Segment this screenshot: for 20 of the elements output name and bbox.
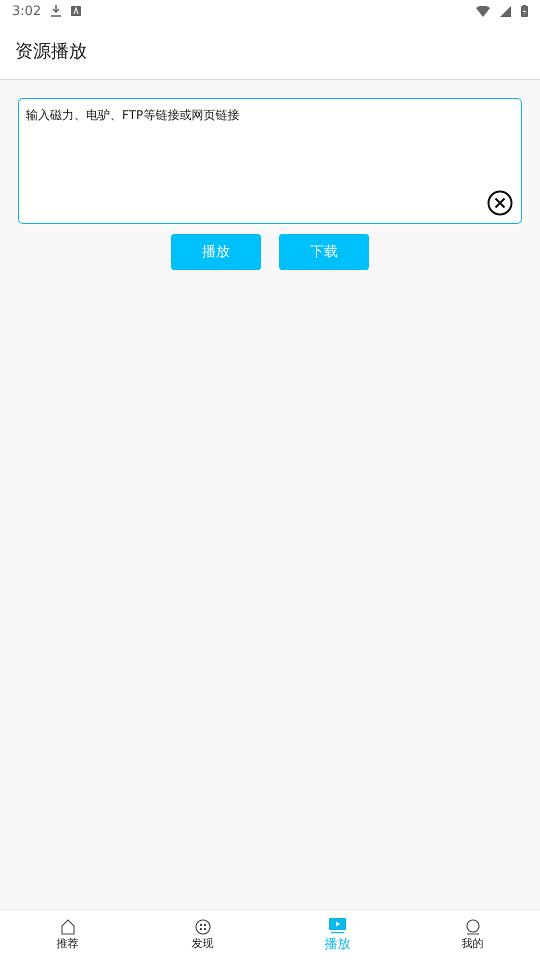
tab-label: 我的: [462, 936, 484, 951]
link-input-field[interactable]: 输入磁力、电驴、FTP等链接或网页链接: [18, 98, 522, 224]
tab-label: 发现: [192, 936, 214, 951]
notification-icon: [71, 6, 82, 16]
video-icon: [329, 918, 346, 934]
wifi-icon: [476, 6, 490, 16]
tab-label: 播放: [324, 936, 350, 952]
nav-tab[interactable]: 发现: [135, 910, 270, 960]
home-icon: [60, 919, 76, 935]
status-time: 3:02: [12, 4, 42, 18]
page-title: 资源播放: [15, 40, 87, 62]
tab-label: 推荐: [56, 936, 78, 951]
download-icon: [51, 5, 62, 17]
profile-icon: [464, 919, 480, 935]
discover-icon: [194, 919, 210, 935]
clear-icon[interactable]: [487, 190, 513, 216]
nav-tab[interactable]: 我的: [405, 910, 540, 960]
nav-tab[interactable]: 推荐: [0, 910, 135, 960]
signal-icon: [500, 6, 511, 16]
battery-icon: [521, 5, 528, 17]
